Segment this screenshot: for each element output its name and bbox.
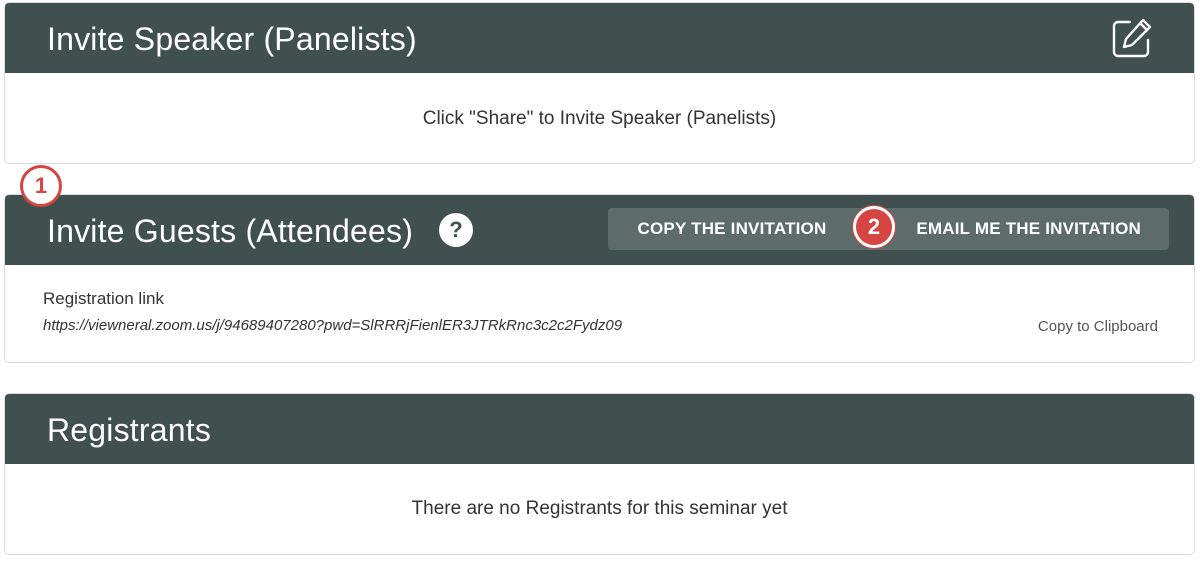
invite-guests-title: Invite Guests (Attendees) [47, 213, 414, 249]
invite-speaker-body: Click "Share" to Invite Speaker (Panelis… [5, 73, 1194, 163]
copy-to-clipboard-link[interactable]: Copy to Clipboard [1038, 318, 1158, 335]
registration-link-label: Registration link [43, 289, 164, 308]
invite-guests-panel: Invite Guests (Attendees) ? COPY THE INV… [4, 194, 1195, 363]
invite-guests-header: Invite Guests (Attendees) ? COPY THE INV… [5, 195, 1194, 265]
email-invitation-button[interactable]: EMAIL ME THE INVITATION [856, 208, 1169, 250]
invite-speaker-instructions: Click "Share" to Invite Speaker (Panelis… [422, 108, 777, 129]
help-icon[interactable]: ? [439, 213, 473, 247]
copy-invitation-button[interactable]: COPY THE INVITATION [608, 208, 856, 250]
registration-link-url: https://viewneral.zoom.us/j/94689407280?… [43, 317, 623, 334]
invite-speaker-title: Invite Speaker (Panelists) [47, 21, 417, 57]
registrants-header: Registrants [5, 394, 1194, 464]
registrants-title: Registrants [47, 412, 212, 448]
invite-speaker-header: Invite Speaker (Panelists) [5, 3, 1194, 73]
invite-speaker-panel: Invite Speaker (Panelists) Click "Share"… [4, 2, 1195, 164]
step-1-marker: 1 [20, 165, 62, 207]
registrants-body: There are no Registrants for this semina… [5, 464, 1194, 554]
registrants-panel: Registrants There are no Registrants for… [4, 393, 1195, 555]
registrants-empty-message: There are no Registrants for this semina… [411, 498, 788, 519]
step-2-marker: 2 [853, 206, 895, 248]
edit-icon[interactable] [1110, 16, 1154, 60]
